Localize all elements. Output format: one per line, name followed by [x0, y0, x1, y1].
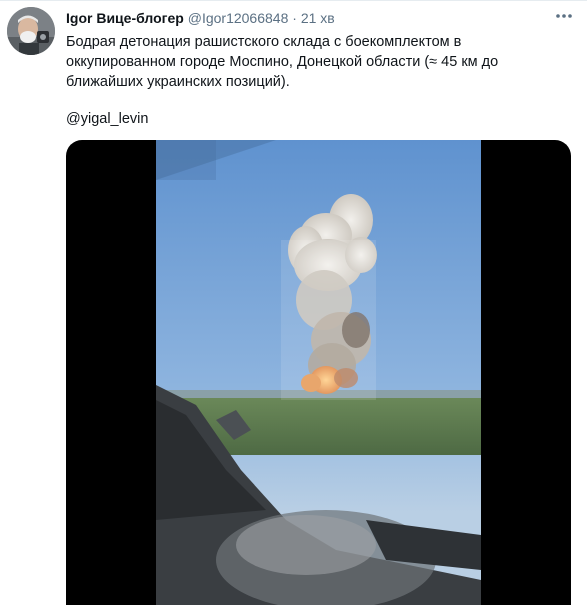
video-frame [156, 140, 481, 605]
avatar[interactable] [7, 7, 55, 55]
user-handle[interactable]: @Igor12066848 [188, 10, 289, 26]
avatar-image [7, 7, 55, 55]
tweet-text: Бодрая детонация рашистского склада с бо… [66, 34, 499, 90]
timestamp[interactable]: 21 хв [301, 10, 335, 26]
mention-link[interactable]: @yigal_levin [66, 109, 148, 129]
video-thumbnail [156, 140, 481, 605]
tweet-header: Igor Вице-блогер @Igor12066848 · 21 хв [66, 9, 547, 29]
display-name[interactable]: Igor Вице-блогер [66, 10, 184, 26]
more-horizontal-icon [556, 14, 572, 18]
more-options-button[interactable] [553, 7, 575, 25]
separator: · [292, 10, 297, 26]
tweet[interactable]: Igor Вице-блогер @Igor12066848 · 21 хв Б… [0, 0, 587, 605]
video-player[interactable] [66, 140, 571, 605]
